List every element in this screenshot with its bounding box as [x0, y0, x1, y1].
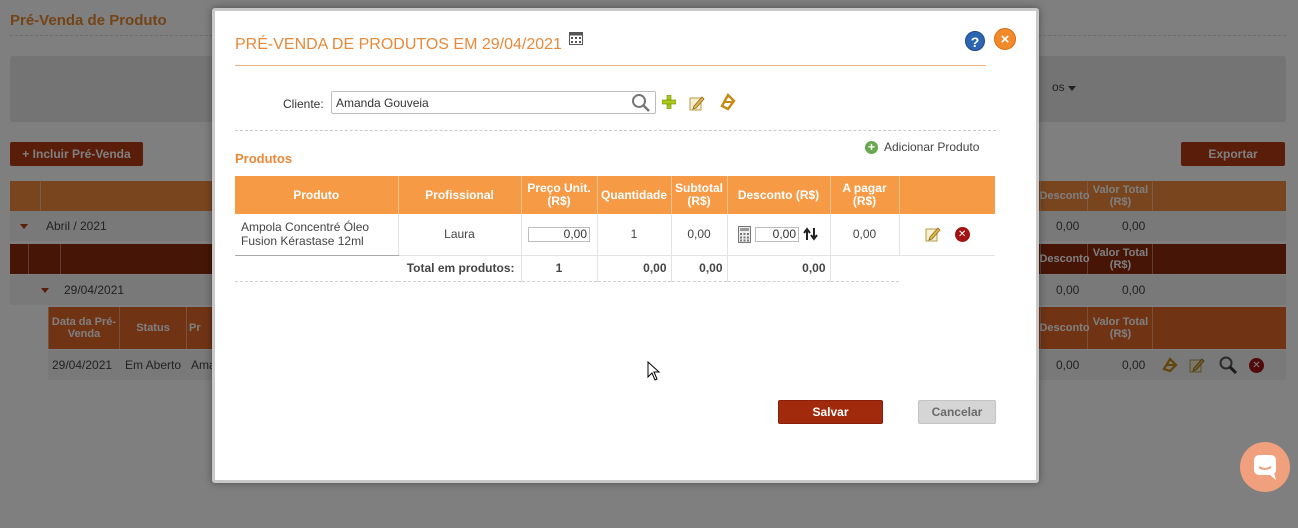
col-quantidade: Quantidade: [597, 176, 672, 214]
remove-row-icon[interactable]: ✕: [954, 226, 970, 242]
link-client-icon[interactable]: [717, 91, 739, 113]
cell-preco: [521, 214, 598, 256]
total-quantidade: 1: [521, 255, 598, 282]
cell-actions: ✕: [899, 214, 995, 256]
close-icon[interactable]: ×: [994, 28, 1016, 50]
products-title: Produtos: [235, 151, 293, 166]
price-input[interactable]: [528, 226, 590, 242]
col-profissional: Profissional: [398, 176, 522, 214]
discount-input[interactable]: [755, 226, 799, 242]
title-divider: [235, 65, 986, 66]
add-client-plus-icon[interactable]: [662, 95, 676, 109]
edit-client-icon[interactable]: [689, 95, 705, 111]
col-subtotal: Subtotal (R$): [671, 176, 728, 214]
total-row: Total em produtos: 1 0,00 0,00 0,00: [235, 255, 995, 282]
cell-quantidade: 1: [597, 214, 672, 256]
chat-icon: [1254, 455, 1276, 480]
swap-arrows-icon[interactable]: [803, 227, 819, 241]
cell-a-pagar: 0,00: [830, 214, 900, 256]
pre-sale-modal: PRÉ-VENDA DE PRODUTOS EM 29/04/2021 ? × …: [212, 8, 1039, 483]
save-button[interactable]: Salvar: [778, 400, 883, 424]
chat-bubble-button[interactable]: [1240, 442, 1290, 492]
section-divider: [235, 130, 996, 131]
total-desconto: 0,00: [671, 255, 728, 282]
search-icon[interactable]: [631, 93, 651, 113]
add-product-link[interactable]: + Adicionar Produto: [865, 140, 979, 154]
cell-profissional: Laura: [398, 214, 522, 256]
col-a-pagar: A pagar (R$): [830, 176, 900, 214]
col-desconto: Desconto (R$): [727, 176, 831, 214]
cell-subtotal: 0,00: [671, 214, 728, 256]
products-table: Produto Profissional Preço Unit. (R$) Qu…: [235, 176, 995, 282]
cell-desconto: [727, 214, 831, 256]
add-circle-icon: +: [865, 140, 878, 154]
client-label: Cliente:: [283, 97, 324, 111]
modal-title: PRÉ-VENDA DE PRODUTOS EM 29/04/2021: [235, 36, 562, 53]
total-label: Total em produtos:: [235, 255, 522, 282]
col-produto: Produto: [235, 176, 399, 214]
col-preco: Preço Unit. (R$): [521, 176, 598, 214]
total-a-pagar: 0,00: [727, 255, 831, 282]
calendar-icon[interactable]: [569, 31, 583, 45]
cell-produto: Ampola Concentré Óleo Fusion Kérastase 1…: [235, 214, 399, 256]
calculator-icon[interactable]: [738, 225, 751, 243]
mouse-cursor-icon: [647, 361, 661, 381]
table-row: Ampola Concentré Óleo Fusion Kérastase 1…: [235, 214, 995, 256]
help-icon[interactable]: ?: [965, 31, 985, 51]
client-input[interactable]: [331, 91, 656, 114]
cancel-button[interactable]: Cancelar: [918, 400, 996, 424]
col-actions: [899, 176, 995, 214]
total-subtotal: 0,00: [597, 255, 672, 282]
edit-row-icon[interactable]: [925, 226, 941, 242]
